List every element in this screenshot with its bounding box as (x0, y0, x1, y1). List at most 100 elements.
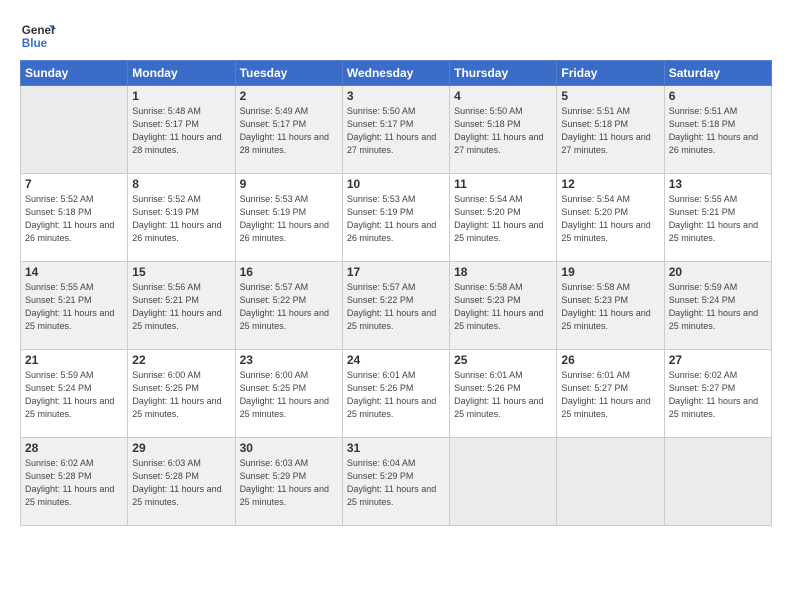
day-info: Sunrise: 6:02 AMSunset: 5:27 PMDaylight:… (669, 369, 767, 421)
calendar-cell: 7Sunrise: 5:52 AMSunset: 5:18 PMDaylight… (21, 174, 128, 262)
day-info: Sunrise: 6:03 AMSunset: 5:29 PMDaylight:… (240, 457, 338, 509)
day-number: 11 (454, 177, 552, 191)
day-info: Sunrise: 5:55 AMSunset: 5:21 PMDaylight:… (669, 193, 767, 245)
day-number: 27 (669, 353, 767, 367)
weekday-header-friday: Friday (557, 61, 664, 86)
calendar-cell: 12Sunrise: 5:54 AMSunset: 5:20 PMDayligh… (557, 174, 664, 262)
calendar-week-row: 1 Sunrise: 5:48 AMSunset: 5:17 PMDaylight… (21, 86, 772, 174)
day-number: 9 (240, 177, 338, 191)
day-number: 25 (454, 353, 552, 367)
day-info: Sunrise: 5:52 AMSunset: 5:19 PMDaylight:… (132, 193, 230, 245)
day-number: 10 (347, 177, 445, 191)
day-info: Sunrise: 5:50 AMSunset: 5:18 PMDaylight:… (454, 105, 552, 157)
day-info: Sunrise: 5:48 AMSunset: 5:17 PMDaylight:… (132, 105, 230, 157)
day-info: Sunrise: 5:57 AMSunset: 5:22 PMDaylight:… (347, 281, 445, 333)
day-number: 19 (561, 265, 659, 279)
calendar-table: SundayMondayTuesdayWednesdayThursdayFrid… (20, 60, 772, 526)
calendar-cell: 30 Sunrise: 6:03 AMSunset: 5:29 PMDayligh… (235, 438, 342, 526)
weekday-header-sunday: Sunday (21, 61, 128, 86)
calendar-cell: 6 Sunrise: 5:51 AMSunset: 5:18 PMDaylight… (664, 86, 771, 174)
calendar-cell: 4 Sunrise: 5:50 AMSunset: 5:18 PMDaylight… (450, 86, 557, 174)
logo-icon: General Blue (20, 18, 56, 54)
day-info: Sunrise: 6:02 AMSunset: 5:28 PMDaylight:… (25, 457, 123, 509)
day-number: 13 (669, 177, 767, 191)
calendar-cell: 14 Sunrise: 5:55 AMSunset: 5:21 PMDayligh… (21, 262, 128, 350)
day-info: Sunrise: 6:03 AMSunset: 5:28 PMDaylight:… (132, 457, 230, 509)
day-info: Sunrise: 5:56 AMSunset: 5:21 PMDaylight:… (132, 281, 230, 333)
day-number: 31 (347, 441, 445, 455)
calendar-cell: 19 Sunrise: 5:58 AMSunset: 5:23 PMDayligh… (557, 262, 664, 350)
calendar-cell: 21 Sunrise: 5:59 AMSunset: 5:24 PMDayligh… (21, 350, 128, 438)
day-info: Sunrise: 6:04 AMSunset: 5:29 PMDaylight:… (347, 457, 445, 509)
day-info: Sunrise: 5:51 AMSunset: 5:18 PMDaylight:… (561, 105, 659, 157)
calendar-cell: 9 Sunrise: 5:53 AMSunset: 5:19 PMDaylight… (235, 174, 342, 262)
day-info: Sunrise: 6:00 AMSunset: 5:25 PMDaylight:… (240, 369, 338, 421)
calendar-cell (557, 438, 664, 526)
calendar-cell: 20Sunrise: 5:59 AMSunset: 5:24 PMDayligh… (664, 262, 771, 350)
weekday-header-thursday: Thursday (450, 61, 557, 86)
day-number: 17 (347, 265, 445, 279)
calendar-cell: 16 Sunrise: 5:57 AMSunset: 5:22 PMDayligh… (235, 262, 342, 350)
day-number: 8 (132, 177, 230, 191)
day-number: 30 (240, 441, 338, 455)
day-info: Sunrise: 5:58 AMSunset: 5:23 PMDaylight:… (561, 281, 659, 333)
calendar-cell: 11 Sunrise: 5:54 AMSunset: 5:20 PMDayligh… (450, 174, 557, 262)
calendar-cell: 8 Sunrise: 5:52 AMSunset: 5:19 PMDaylight… (128, 174, 235, 262)
day-info: Sunrise: 5:54 AMSunset: 5:20 PMDaylight:… (561, 193, 659, 245)
calendar-cell: 31 Sunrise: 6:04 AMSunset: 5:29 PMDayligh… (342, 438, 449, 526)
calendar-cell: 25 Sunrise: 6:01 AMSunset: 5:26 PMDayligh… (450, 350, 557, 438)
calendar-cell: 18 Sunrise: 5:58 AMSunset: 5:23 PMDayligh… (450, 262, 557, 350)
day-number: 22 (132, 353, 230, 367)
day-number: 21 (25, 353, 123, 367)
day-info: Sunrise: 5:52 AMSunset: 5:18 PMDaylight:… (25, 193, 123, 245)
day-number: 6 (669, 89, 767, 103)
calendar-cell: 2 Sunrise: 5:49 AMSunset: 5:17 PMDaylight… (235, 86, 342, 174)
day-number: 16 (240, 265, 338, 279)
day-number: 1 (132, 89, 230, 103)
calendar-cell (450, 438, 557, 526)
day-info: Sunrise: 5:59 AMSunset: 5:24 PMDaylight:… (25, 369, 123, 421)
day-info: Sunrise: 5:55 AMSunset: 5:21 PMDaylight:… (25, 281, 123, 333)
day-number: 2 (240, 89, 338, 103)
day-info: Sunrise: 5:58 AMSunset: 5:23 PMDaylight:… (454, 281, 552, 333)
day-info: Sunrise: 6:00 AMSunset: 5:25 PMDaylight:… (132, 369, 230, 421)
calendar-cell (21, 86, 128, 174)
weekday-header-wednesday: Wednesday (342, 61, 449, 86)
calendar-cell: 27 Sunrise: 6:02 AMSunset: 5:27 PMDayligh… (664, 350, 771, 438)
calendar-cell: 17 Sunrise: 5:57 AMSunset: 5:22 PMDayligh… (342, 262, 449, 350)
calendar-cell: 15 Sunrise: 5:56 AMSunset: 5:21 PMDayligh… (128, 262, 235, 350)
calendar-cell (664, 438, 771, 526)
day-number: 14 (25, 265, 123, 279)
weekday-header-saturday: Saturday (664, 61, 771, 86)
calendar-cell: 10 Sunrise: 5:53 AMSunset: 5:19 PMDayligh… (342, 174, 449, 262)
weekday-header-tuesday: Tuesday (235, 61, 342, 86)
page: General Blue SundayMondayTuesdayWednesda… (0, 0, 792, 612)
day-info: Sunrise: 5:53 AMSunset: 5:19 PMDaylight:… (347, 193, 445, 245)
calendar-cell: 1 Sunrise: 5:48 AMSunset: 5:17 PMDaylight… (128, 86, 235, 174)
day-number: 5 (561, 89, 659, 103)
day-info: Sunrise: 5:53 AMSunset: 5:19 PMDaylight:… (240, 193, 338, 245)
weekday-header-monday: Monday (128, 61, 235, 86)
calendar-week-row: 28 Sunrise: 6:02 AMSunset: 5:28 PMDayligh… (21, 438, 772, 526)
day-info: Sunrise: 5:49 AMSunset: 5:17 PMDaylight:… (240, 105, 338, 157)
day-info: Sunrise: 6:01 AMSunset: 5:26 PMDaylight:… (347, 369, 445, 421)
weekday-header-row: SundayMondayTuesdayWednesdayThursdayFrid… (21, 61, 772, 86)
day-info: Sunrise: 5:57 AMSunset: 5:22 PMDaylight:… (240, 281, 338, 333)
day-info: Sunrise: 5:50 AMSunset: 5:17 PMDaylight:… (347, 105, 445, 157)
calendar-cell: 23 Sunrise: 6:00 AMSunset: 5:25 PMDayligh… (235, 350, 342, 438)
day-number: 4 (454, 89, 552, 103)
day-number: 18 (454, 265, 552, 279)
calendar-cell: 29 Sunrise: 6:03 AMSunset: 5:28 PMDayligh… (128, 438, 235, 526)
day-info: Sunrise: 6:01 AMSunset: 5:26 PMDaylight:… (454, 369, 552, 421)
day-number: 28 (25, 441, 123, 455)
calendar-cell: 3 Sunrise: 5:50 AMSunset: 5:17 PMDaylight… (342, 86, 449, 174)
day-number: 20 (669, 265, 767, 279)
day-number: 3 (347, 89, 445, 103)
calendar-cell: 24Sunrise: 6:01 AMSunset: 5:26 PMDayligh… (342, 350, 449, 438)
day-number: 15 (132, 265, 230, 279)
day-number: 29 (132, 441, 230, 455)
day-info: Sunrise: 5:51 AMSunset: 5:18 PMDaylight:… (669, 105, 767, 157)
day-info: Sunrise: 5:54 AMSunset: 5:20 PMDaylight:… (454, 193, 552, 245)
day-number: 23 (240, 353, 338, 367)
calendar-week-row: 14 Sunrise: 5:55 AMSunset: 5:21 PMDayligh… (21, 262, 772, 350)
